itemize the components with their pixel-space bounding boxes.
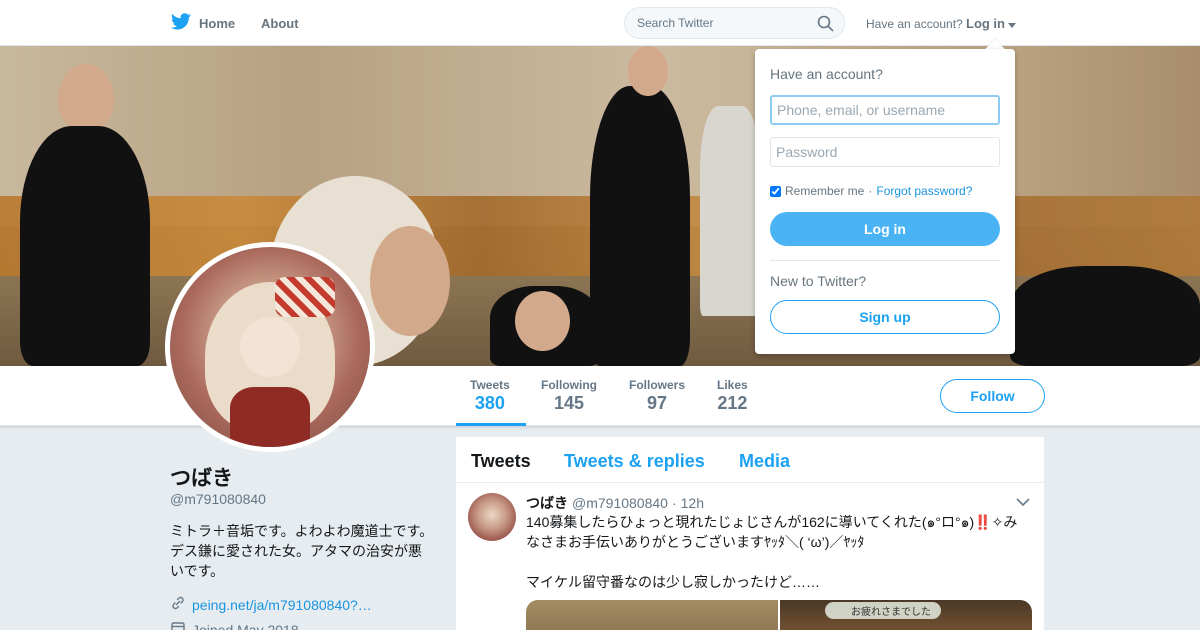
tweet-avatar[interactable] (468, 493, 516, 541)
profile-website-link[interactable]: peing.net/ja/m791080840?… (170, 595, 372, 614)
nav-home-label: Home (199, 15, 236, 31)
calendar-icon (170, 620, 186, 630)
profile-name[interactable]: つばき (170, 462, 233, 492)
search-box (624, 7, 845, 39)
nav-home-link[interactable]: Home (170, 13, 236, 33)
login-dropdown: Have an account? Remember me · Forgot pa… (755, 49, 1015, 354)
profile-handle: @m791080840 (170, 491, 266, 507)
tab-tweets-and-replies[interactable]: Tweets & replies (564, 451, 705, 472)
stat-likes[interactable]: Likes 212 (717, 378, 748, 414)
remember-me-label[interactable]: Remember me (785, 184, 864, 198)
top-navigation: Home About Have an account? Log in (0, 0, 1200, 46)
tab-tweets[interactable]: Tweets (471, 451, 531, 472)
tweet-media-image-1[interactable] (526, 600, 778, 630)
stat-tweets[interactable]: Tweets 380 (470, 378, 510, 414)
login-toggle-label: Log in (966, 16, 1005, 31)
login-dropdown-title: Have an account? (770, 66, 883, 82)
username-field[interactable] (770, 95, 1000, 125)
have-account-text: Have an account? (866, 17, 963, 31)
timeline-tabs: Tweets Tweets & replies Media (456, 437, 1044, 483)
tweet-text: 140募集したらひょっと現れたじょじさんが162に導いてくれた(๑°ロ°๑)‼️… (526, 514, 1018, 590)
media-caption: お疲れさまでした (825, 602, 941, 619)
stat-followers-value: 97 (646, 393, 668, 413)
tweet-header: つばき @m791080840 · 12h (526, 493, 704, 513)
login-dropdown-toggle[interactable]: Log in (966, 16, 1016, 31)
profile-bio: ミトラ＋音垢です。よわよわ魔道士です。デス鎌に愛された女。アタマの治安が悪いです… (170, 523, 434, 579)
profile-joined: Joined May 2018 (170, 620, 299, 630)
nav-about-link[interactable]: About (261, 16, 299, 31)
stat-followers[interactable]: Followers 97 (629, 378, 685, 414)
tweet-timestamp[interactable]: 12h (681, 495, 704, 511)
follow-button[interactable]: Follow (940, 379, 1045, 413)
tweet-separator: · (671, 495, 677, 511)
link-icon (170, 595, 186, 614)
timeline: Tweets Tweets & replies Media つばき @m7910… (456, 437, 1044, 630)
stat-tweets-value: 380 (474, 393, 505, 413)
login-button[interactable]: Log in (770, 212, 1000, 246)
profile-joined-text: Joined May 2018 (192, 621, 299, 630)
stat-tweets-label: Tweets (470, 378, 510, 392)
stat-following[interactable]: Following 145 (541, 378, 597, 414)
tweet-media-image-2[interactable]: お疲れさまでした (780, 600, 1032, 630)
stat-following-value: 145 (553, 393, 585, 413)
forgot-password-link[interactable]: Forgot password? (876, 184, 972, 198)
new-to-twitter-text: New to Twitter? (770, 273, 867, 289)
remember-separator: · (868, 184, 873, 198)
caret-down-icon (1008, 16, 1016, 31)
chevron-down-icon[interactable] (1016, 494, 1030, 512)
twitter-bird-icon (170, 13, 191, 33)
search-input[interactable] (625, 8, 805, 38)
stat-likes-label: Likes (717, 378, 748, 392)
profile-avatar[interactable] (165, 242, 375, 452)
tab-media[interactable]: Media (739, 451, 790, 472)
tweet-author-handle[interactable]: @m791080840 (572, 495, 668, 511)
active-tab-underline (456, 423, 526, 426)
tweet-author-name[interactable]: つばき (526, 493, 568, 513)
tweet-media[interactable]: お疲れさまでした (526, 600, 1032, 630)
signup-button[interactable]: Sign up (770, 300, 1000, 334)
stat-likes-value: 212 (717, 393, 748, 413)
remember-me-checkbox[interactable] (770, 185, 781, 197)
remember-me-row: Remember me · Forgot password? (770, 184, 972, 198)
dropdown-divider (770, 260, 1000, 261)
search-icon[interactable] (817, 15, 834, 37)
profile-website-text: peing.net/ja/m791080840?… (192, 596, 372, 613)
stat-following-label: Following (541, 378, 597, 392)
stat-followers-label: Followers (629, 378, 686, 392)
password-field[interactable] (770, 137, 1000, 167)
